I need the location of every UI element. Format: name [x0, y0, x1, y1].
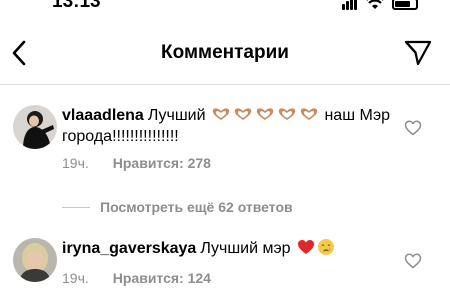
avatar[interactable]: [13, 238, 57, 282]
comment-body: Лучший мэр: [200, 240, 291, 257]
crying-face-emoji: [318, 239, 335, 255]
like-heart-icon[interactable]: [404, 252, 422, 270]
heart-hands-emoji: [234, 108, 252, 120]
status-bar: 13:13: [0, 0, 450, 14]
avatar[interactable]: [13, 105, 57, 149]
battery-icon: [392, 0, 418, 10]
comment-likes[interactable]: Нравится: 124: [113, 270, 211, 286]
heart-hands-emoji: [278, 108, 296, 120]
comment-text: iryna_gaverskaya Лучший мэр: [62, 238, 392, 259]
comment-time: 19ч.: [62, 270, 89, 286]
share-button[interactable]: [402, 38, 434, 68]
heart-hands-emoji: [256, 108, 274, 120]
comment-meta: 19ч. Нравится: 124: [62, 270, 211, 286]
heart-hands-emoji: [300, 108, 318, 120]
comment-username[interactable]: vlaaadlena: [62, 107, 144, 124]
signal-icon: [342, 0, 358, 10]
comment-text: vlaaadlena Лучший наш Мэр города!!!!!!!!!…: [62, 105, 392, 147]
like-heart-icon[interactable]: [404, 119, 422, 137]
comment-username[interactable]: iryna_gaverskaya: [62, 240, 196, 257]
view-replies-label: Посмотреть ещё 62 ответов: [100, 199, 293, 215]
replies-line: [62, 206, 90, 208]
status-icons: [342, 0, 418, 10]
comment-likes[interactable]: Нравится: 278: [113, 155, 211, 171]
comment-body: Лучший: [147, 107, 206, 124]
wifi-icon: [366, 0, 384, 9]
page-title: Комментарии: [161, 42, 289, 63]
view-replies-button[interactable]: Посмотреть ещё 62 ответов: [62, 199, 293, 215]
heart-hands-emoji: [212, 108, 230, 120]
header: Комментарии: [0, 28, 450, 78]
paper-plane-icon: [404, 40, 432, 66]
status-time: 13:13: [52, 0, 101, 12]
comment-time: 19ч.: [62, 155, 89, 171]
comment-meta: 19ч. Нравится: 278: [62, 155, 211, 171]
red-heart-emoji: [298, 240, 315, 254]
header-divider: [0, 84, 450, 85]
